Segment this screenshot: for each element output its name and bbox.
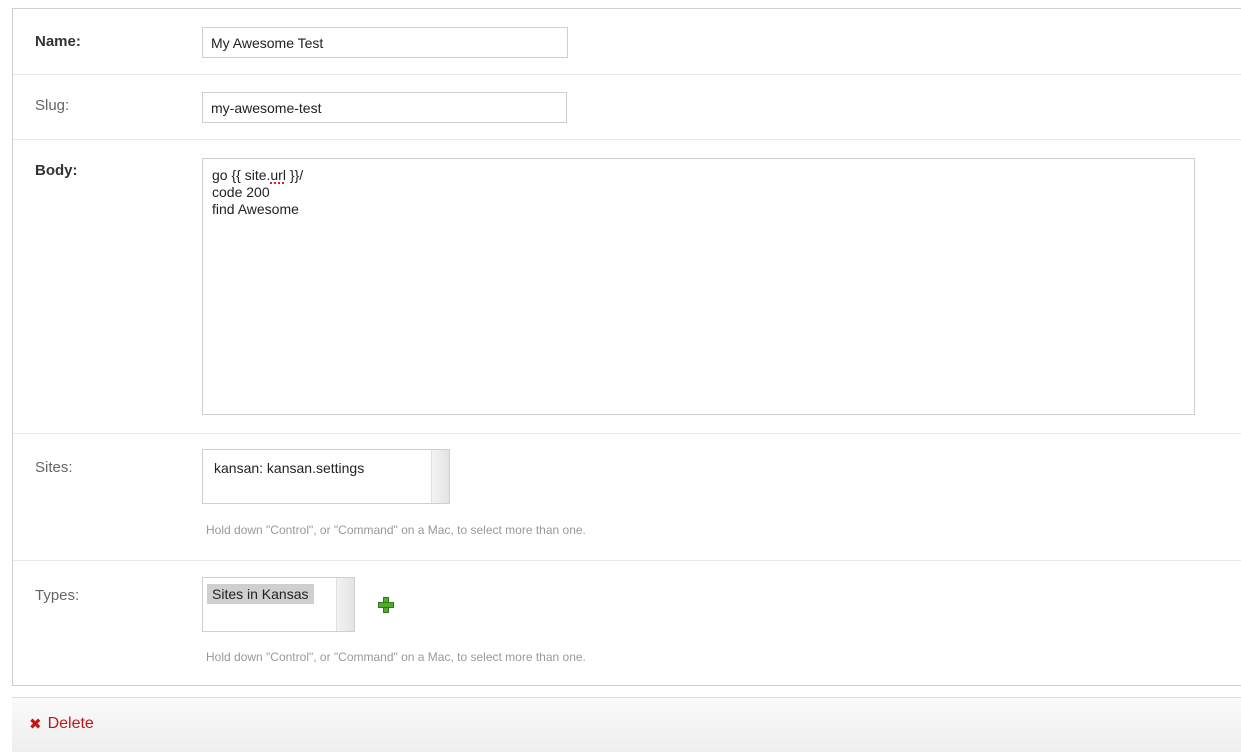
misspelled-word: url xyxy=(270,167,286,183)
body-textarea[interactable]: go {{ site.url }}/ code 200 find Awesome xyxy=(202,158,1195,415)
sites-multiselect[interactable]: kansan: kansan.settings xyxy=(202,449,450,504)
delete-link[interactable]: ✖ Delete xyxy=(29,715,94,733)
delete-label: Delete xyxy=(47,715,94,732)
types-options: Sites in Kansas xyxy=(203,578,336,631)
body-line-3: find Awesome xyxy=(212,201,299,217)
body-line-1-suffix: }}/ xyxy=(285,167,304,183)
types-row: Types: Sites in Kansas Hold down "Contro… xyxy=(13,561,1241,687)
types-option[interactable]: Sites in Kansas xyxy=(207,584,314,604)
sites-option[interactable]: kansan: kansan.settings xyxy=(209,458,369,478)
sites-options: kansan: kansan.settings xyxy=(203,450,431,503)
sites-label: Sites: xyxy=(35,459,73,476)
slug-input[interactable] xyxy=(202,92,567,123)
name-input[interactable] xyxy=(202,27,568,58)
body-row: Body: go {{ site.url }}/ code 200 find A… xyxy=(13,140,1241,434)
types-help-text: Hold down "Control", or "Command" on a M… xyxy=(206,650,586,664)
types-scrollbar[interactable] xyxy=(336,578,354,631)
sites-help-text: Hold down "Control", or "Command" on a M… xyxy=(206,523,586,537)
sites-scrollbar[interactable] xyxy=(431,450,449,503)
body-label: Body: xyxy=(35,162,78,179)
name-label: Name: xyxy=(35,33,81,50)
submit-row: ✖ Delete xyxy=(12,697,1241,752)
name-row: Name: xyxy=(13,9,1241,75)
body-line-2: code 200 xyxy=(212,184,270,200)
types-label: Types: xyxy=(35,587,80,604)
plus-icon[interactable] xyxy=(377,596,394,613)
change-form: Name: Slug: Body: go {{ site.url }}/ cod… xyxy=(12,8,1241,686)
slug-label: Slug: xyxy=(35,97,70,114)
body-line-1-prefix: go {{ site. xyxy=(212,167,271,183)
x-icon: ✖ xyxy=(29,716,42,733)
body-line-1: go {{ site.url }}/ xyxy=(212,167,1185,184)
slug-row: Slug: xyxy=(13,75,1241,140)
sites-row: Sites: kansan: kansan.settings Hold down… xyxy=(13,434,1241,561)
types-multiselect[interactable]: Sites in Kansas xyxy=(202,577,355,632)
